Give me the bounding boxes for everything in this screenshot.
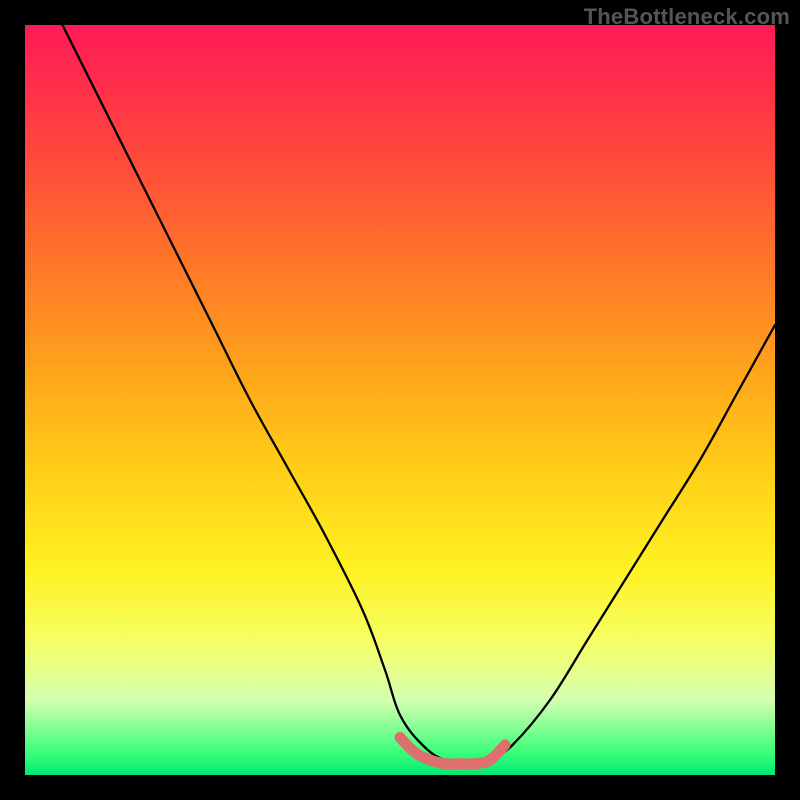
bottleneck-curve-path (63, 25, 776, 764)
chart-svg (25, 25, 775, 775)
watermark-text: TheBottleneck.com (584, 4, 790, 30)
chart-frame: TheBottleneck.com (0, 0, 800, 800)
plot-area (25, 25, 775, 775)
sweet-spot-path (400, 738, 505, 765)
